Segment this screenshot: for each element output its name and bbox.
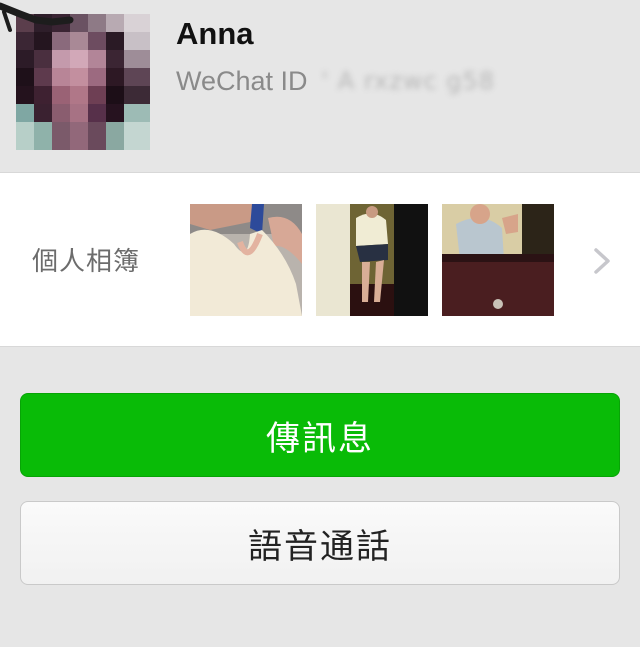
personal-album-row[interactable]: 個人相簿: [0, 172, 640, 347]
album-photo-3[interactable]: [442, 204, 554, 316]
profile-header: Anna WeChat ID ' A rxzwc g58: [0, 0, 640, 172]
voice-call-button[interactable]: 語音通話: [20, 501, 620, 585]
send-message-button[interactable]: 傳訊息: [20, 393, 620, 477]
album-photo-1[interactable]: [190, 204, 302, 316]
contact-name: Anna: [176, 16, 254, 51]
photo-thumbnail: [442, 204, 554, 316]
photo-thumbnail: [190, 204, 302, 316]
photo-thumbnail: [316, 204, 428, 316]
album-photo-2[interactable]: [316, 204, 428, 316]
chevron-right-icon[interactable]: [590, 246, 614, 276]
wechat-id-value: ' A rxzwc g58: [321, 67, 496, 95]
album-label: 個人相簿: [32, 247, 141, 277]
wechat-id-label: WeChat ID: [176, 65, 308, 96]
wechat-id-row: WeChat ID ' A rxzwc g58: [176, 64, 495, 98]
scribble-mark: [0, 2, 74, 32]
